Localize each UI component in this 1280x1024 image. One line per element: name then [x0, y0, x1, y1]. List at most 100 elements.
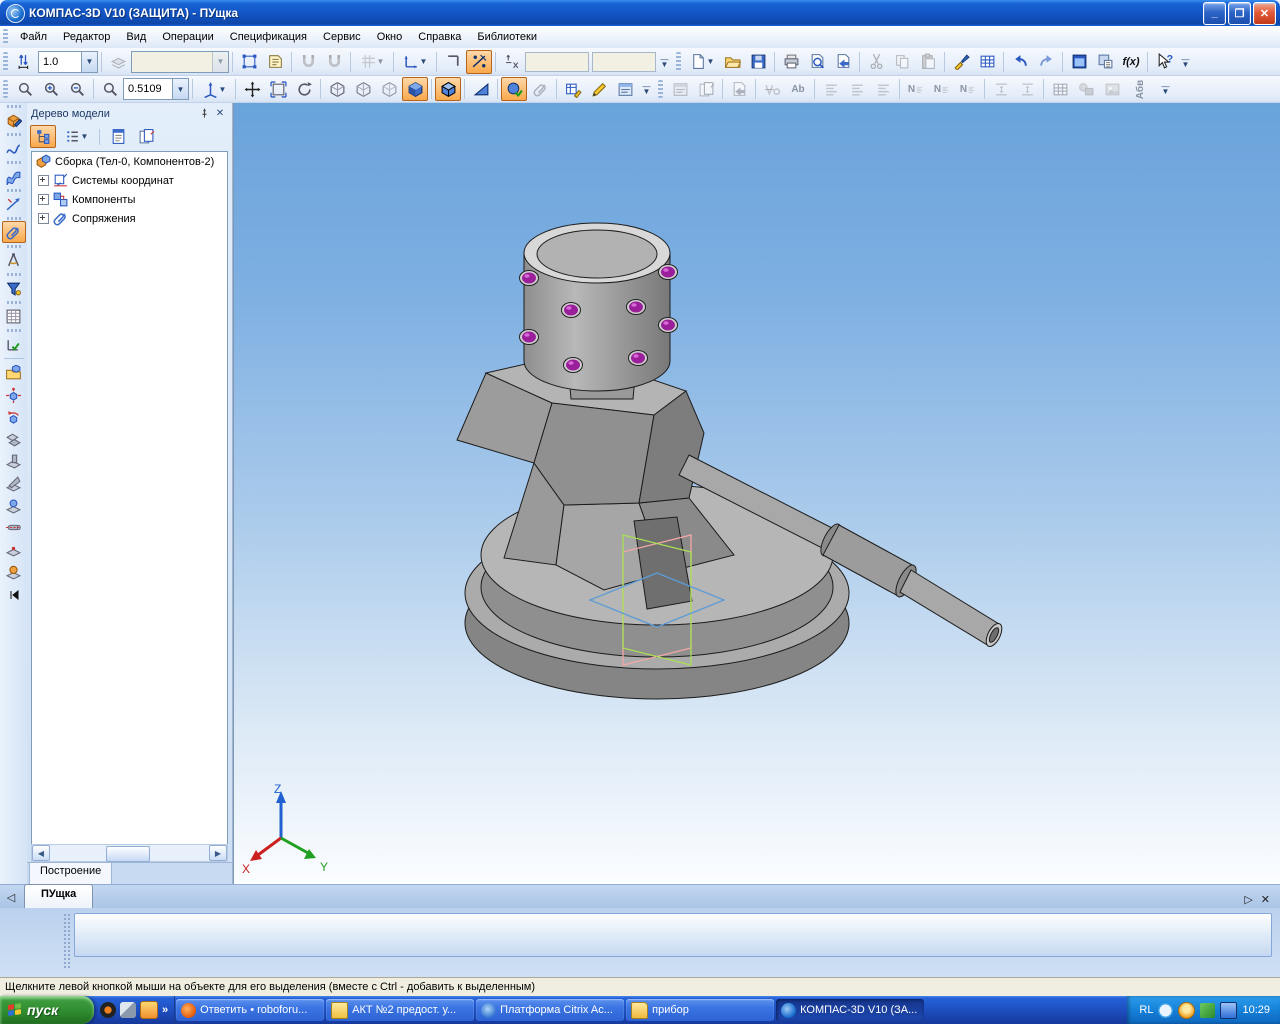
menu-service[interactable]: Сервис — [315, 28, 369, 46]
close-panel-icon[interactable]: ✕ — [212, 106, 228, 121]
menu-libraries[interactable]: Библиотеки — [469, 28, 545, 46]
filters-panel-icon[interactable] — [2, 277, 26, 299]
fx-variables-button[interactable]: f(x) — [1118, 50, 1144, 74]
tree-item-coordinate-systems[interactable]: Системы координат — [32, 171, 227, 190]
standard-toolbar-overflow[interactable]: —▼ — [1179, 50, 1192, 74]
open-document-button[interactable] — [719, 50, 745, 74]
expand-plus-icon[interactable] — [38, 175, 49, 186]
menu-window[interactable]: Окно — [369, 28, 411, 46]
scale-combo[interactable]: 0.5109 ▼ — [123, 78, 189, 100]
rotate-component-button[interactable] — [2, 406, 26, 428]
rotate-view-button[interactable] — [291, 77, 317, 101]
viewport-3d[interactable]: Z X Y — [233, 103, 1280, 884]
scale-combo-drop[interactable]: ▼ — [172, 79, 188, 99]
sphere-mate-button[interactable] — [2, 560, 26, 582]
menu-grip[interactable] — [3, 29, 8, 44]
tab-scroll-left-icon[interactable]: ◁ — [2, 887, 20, 907]
panel-expand-arrow[interactable] — [6, 588, 22, 602]
surfaces-panel-icon[interactable] — [2, 165, 26, 187]
fit-all-button[interactable] — [265, 77, 291, 101]
snaps-toggle-icon[interactable] — [466, 50, 492, 74]
scrollbar-thumb[interactable] — [106, 846, 150, 862]
task-firefox[interactable]: Ответить • roboforu... — [176, 999, 324, 1021]
zoom-by-scale-button[interactable] — [97, 77, 123, 101]
tree-composition-view-button[interactable]: ▼ — [58, 125, 94, 148]
antivirus-tray-icon[interactable] — [1200, 1003, 1215, 1018]
tree-item-components[interactable]: Компоненты — [32, 190, 227, 209]
snap-geometry-icon[interactable] — [236, 50, 262, 74]
hidden-lines-mode-button[interactable] — [350, 77, 376, 101]
hidden-thin-mode-button[interactable] — [376, 77, 402, 101]
menu-view[interactable]: Вид — [118, 28, 154, 46]
scroll-left-arrow[interactable]: ◀ — [32, 845, 50, 861]
snap-document-icon[interactable] — [262, 50, 288, 74]
ortho-mode-icon[interactable] — [440, 50, 466, 74]
task-kompas[interactable]: КОМПАС-3D V10 (ЗА... — [776, 999, 924, 1021]
tree-tab-construction[interactable]: Построение — [29, 862, 112, 884]
task-citrix[interactable]: Платформа Citrix Ac... — [476, 999, 624, 1021]
tree-horizontal-scrollbar[interactable]: ◀ ▶ — [31, 844, 228, 862]
step-combo-drop[interactable]: ▼ — [81, 52, 97, 72]
menu-operations[interactable]: Операции — [154, 28, 221, 46]
menu-help[interactable]: Справка — [410, 28, 469, 46]
expand-plus-icon[interactable] — [38, 213, 49, 224]
property-bar-grip[interactable] — [64, 914, 70, 970]
task-mail[interactable]: АКТ №2 предост. у... — [326, 999, 474, 1021]
quick-launch-more-icon[interactable]: » — [162, 1004, 168, 1016]
print-button[interactable] — [778, 50, 804, 74]
coincident-mate-button[interactable] — [2, 538, 26, 560]
shaded-edges-mode-button[interactable] — [435, 77, 461, 101]
tree-structure-view-button[interactable] — [30, 125, 56, 148]
menu-file[interactable]: Файл — [12, 28, 55, 46]
clock-tray-icon[interactable] — [1178, 1002, 1195, 1019]
zoom-area-button[interactable] — [12, 77, 38, 101]
wireframe-mode-button[interactable] — [324, 77, 350, 101]
tab-scroll-right-icon[interactable]: ▷ — [1244, 893, 1252, 906]
format-toolbar-grip[interactable] — [658, 80, 663, 98]
perpendicular-mate-button[interactable] — [2, 450, 26, 472]
view-toolbar-overflow[interactable]: —▼ — [640, 77, 653, 101]
minimize-button[interactable]: _ — [1203, 2, 1226, 25]
scroll-right-arrow[interactable]: ▶ — [209, 845, 227, 861]
auxiliary-geometry-panel-icon[interactable] — [2, 193, 26, 215]
sketch-button[interactable] — [586, 77, 612, 101]
specification-panel-icon[interactable] — [2, 305, 26, 327]
quick-launch-1-icon[interactable] — [100, 1002, 116, 1018]
view-toolbar-grip[interactable] — [3, 80, 8, 98]
variables-window-button[interactable] — [1066, 50, 1092, 74]
zoom-in-button[interactable] — [38, 77, 64, 101]
shaded-mode-button[interactable] — [402, 77, 428, 101]
new-document-button[interactable]: ▼ — [685, 50, 719, 74]
undo-button[interactable] — [1007, 50, 1033, 74]
tree-report-2-button[interactable] — [133, 125, 159, 148]
tab-close-icon[interactable]: ✕ — [1261, 893, 1270, 906]
step-combo[interactable]: 1.0 ▼ — [38, 51, 98, 73]
context-help-button[interactable] — [1151, 50, 1177, 74]
tree-item-mates[interactable]: Сопряжения — [32, 209, 227, 228]
local-cs-icon[interactable]: ▼ — [397, 50, 433, 74]
close-button[interactable]: ✕ — [1253, 2, 1276, 25]
pin-icon[interactable] — [196, 106, 212, 121]
document-tab[interactable]: ПУщка — [24, 884, 93, 909]
conditions-panel-icon[interactable] — [2, 333, 26, 355]
expand-plus-icon[interactable] — [38, 194, 49, 205]
move-component-button[interactable] — [2, 384, 26, 406]
standard-toolbar-grip[interactable] — [676, 52, 681, 71]
params-toolbar-grip[interactable] — [3, 52, 8, 71]
add-component-from-file-button[interactable] — [2, 362, 26, 384]
perspective-button[interactable] — [468, 77, 494, 101]
mates-panel-icon[interactable] — [2, 221, 26, 243]
language-indicator[interactable]: RL — [1139, 1004, 1153, 1016]
start-button[interactable]: пуск — [0, 996, 94, 1024]
zoom-out-button[interactable] — [64, 77, 90, 101]
parallel-mate-button[interactable] — [2, 428, 26, 450]
tree-root-item[interactable]: Сборка (Тел-0, Компонентов-2) — [32, 152, 227, 171]
angle-mate-button[interactable] — [2, 472, 26, 494]
edit-part-panel-icon[interactable] — [2, 109, 26, 131]
save-button[interactable] — [745, 50, 771, 74]
spatial-curves-panel-icon[interactable] — [2, 137, 26, 159]
edit-table-button[interactable] — [560, 77, 586, 101]
spreadsheet-button[interactable] — [974, 50, 1000, 74]
menu-edit[interactable]: Редактор — [55, 28, 118, 46]
coaxial-mate-button[interactable] — [2, 516, 26, 538]
